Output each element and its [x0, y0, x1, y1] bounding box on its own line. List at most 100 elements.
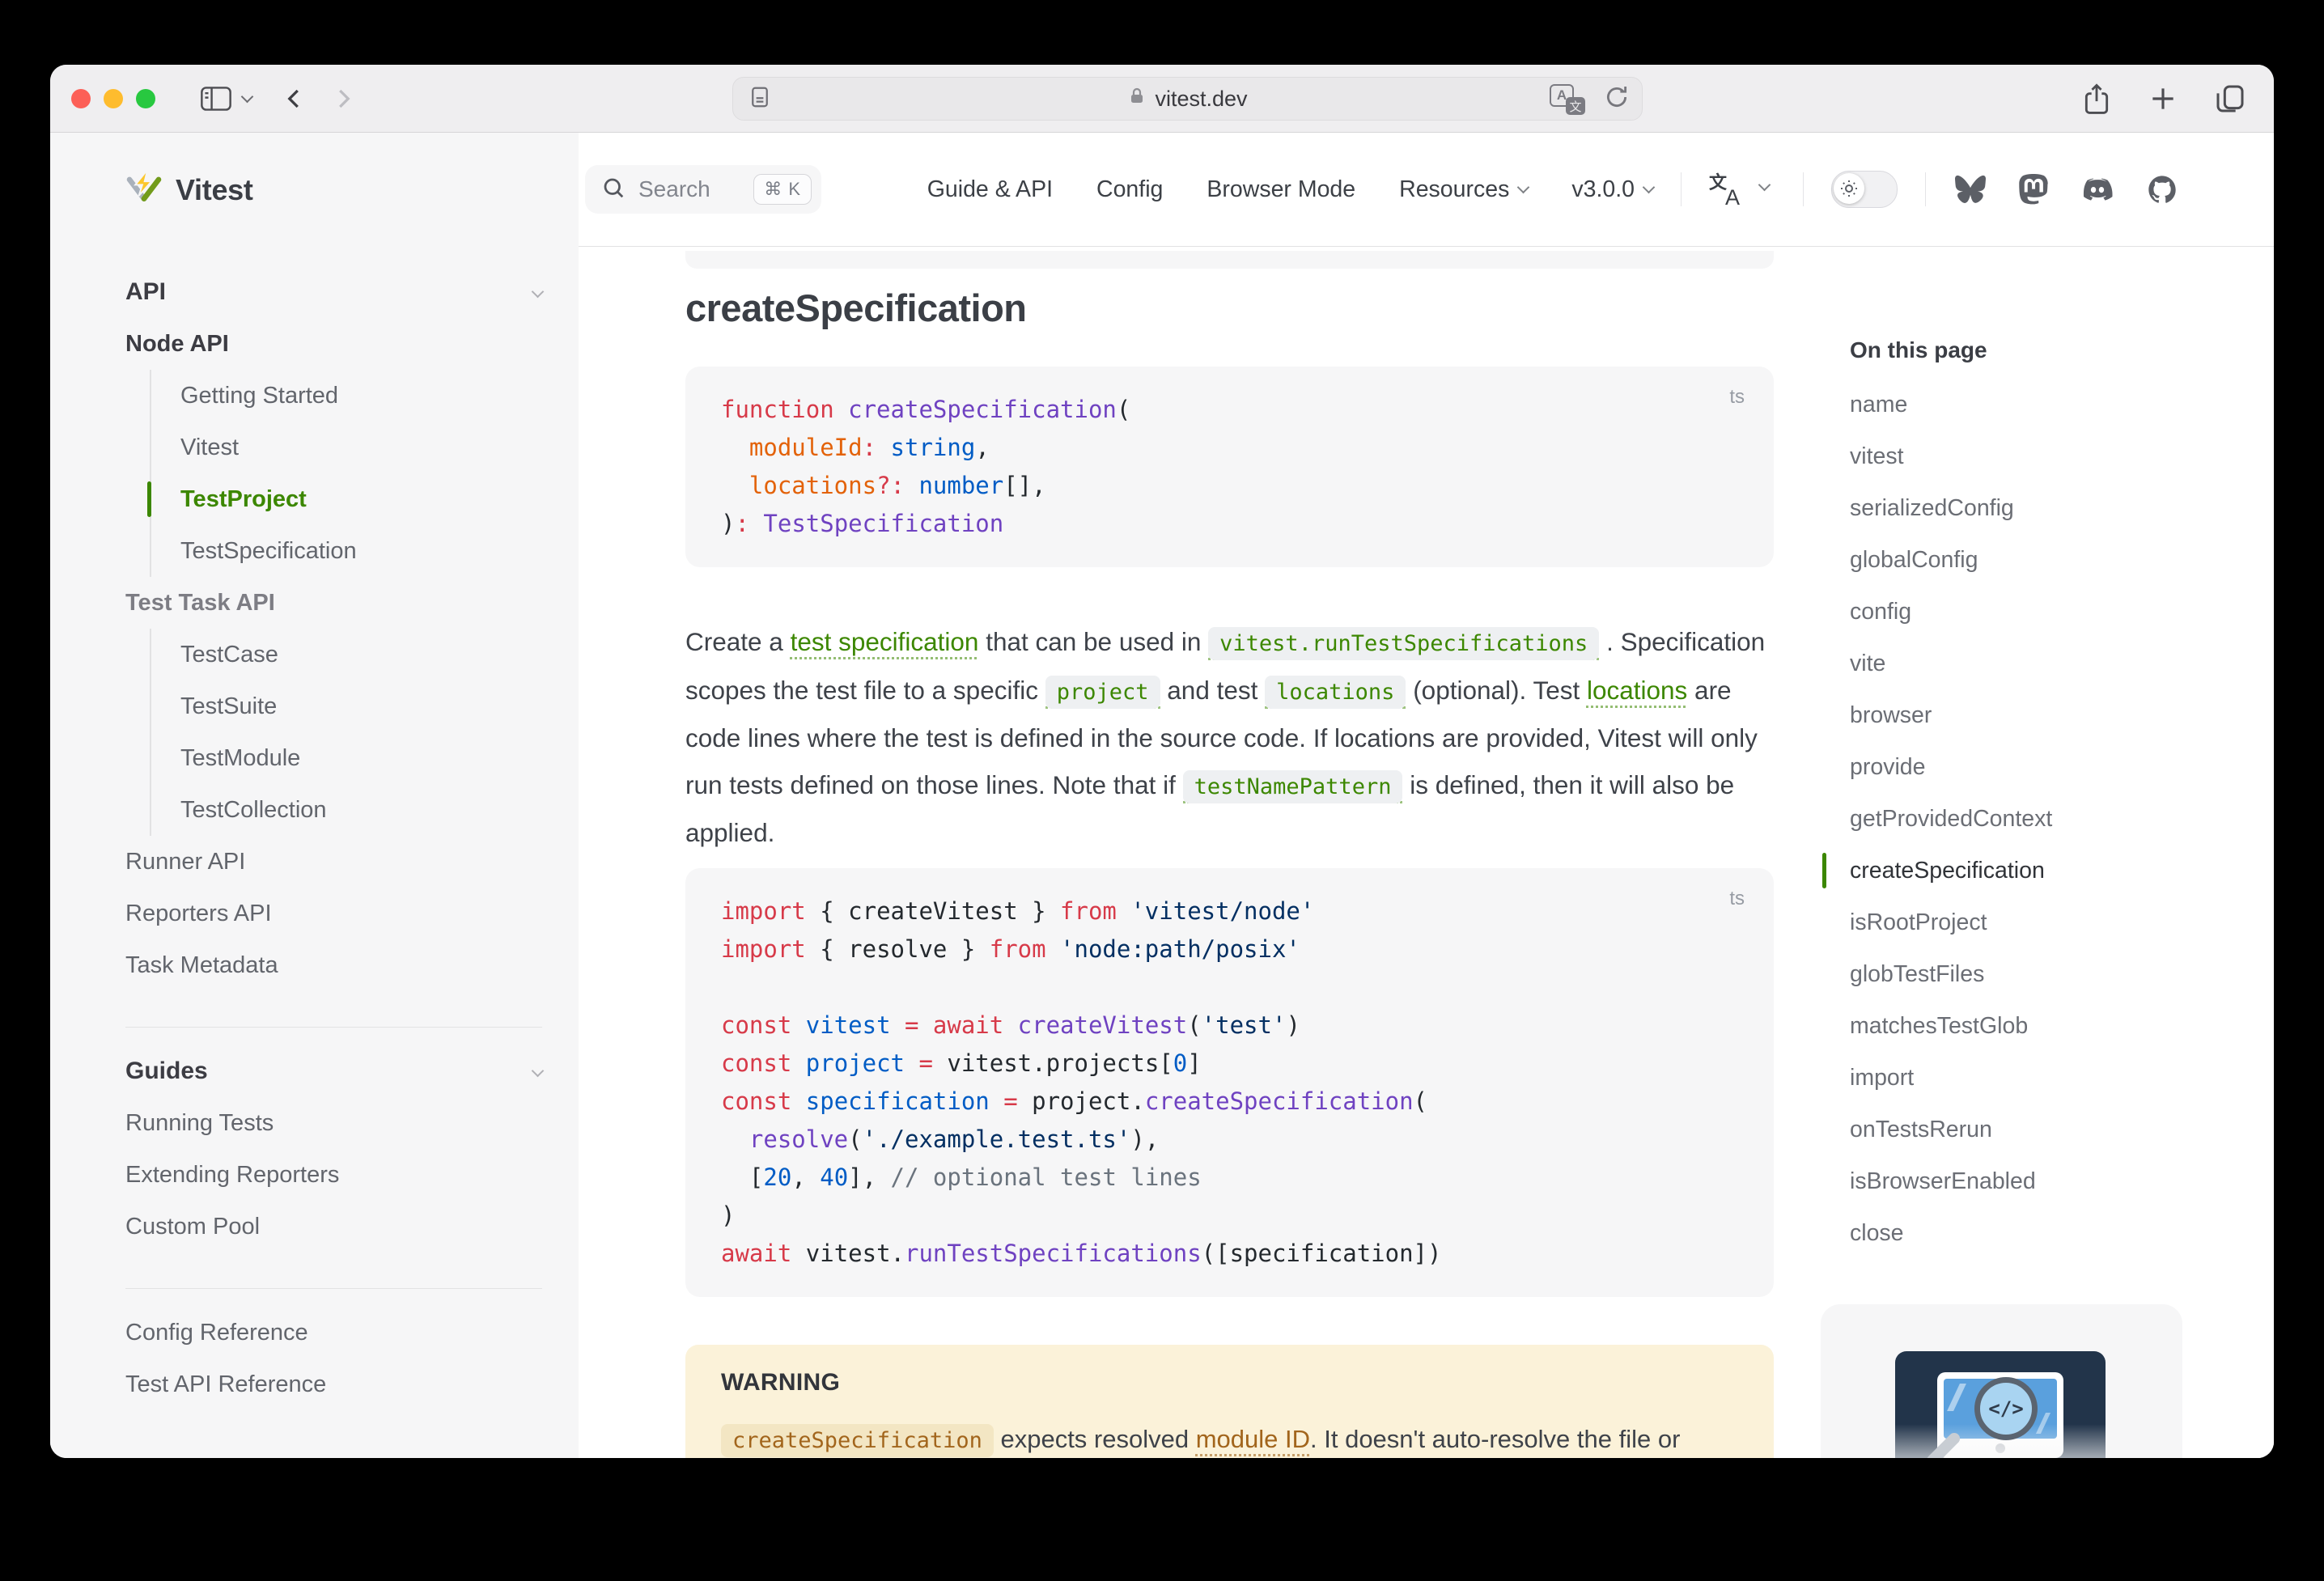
mastodon-icon[interactable]	[2018, 173, 2049, 206]
inline-code-link[interactable]: testNamePattern	[1183, 770, 1403, 803]
inline-code-link[interactable]: project	[1045, 676, 1160, 709]
sidebar-divider	[125, 1027, 542, 1028]
sidebar-section-guides[interactable]: Guides	[125, 1045, 542, 1097]
window-controls	[71, 89, 155, 108]
code-line: const vitest = await createVitest('test'…	[721, 1007, 1738, 1045]
sidebar-item-testproject[interactable]: TestProject	[180, 473, 542, 525]
language-menu[interactable]: 文 A	[1709, 170, 1754, 209]
outline-item-isbrowserenabled[interactable]: isBrowserEnabled	[1822, 1155, 2243, 1207]
chevron-down-icon	[532, 1064, 545, 1077]
github-icon[interactable]	[2146, 173, 2178, 206]
nav-link-v3-0-0[interactable]: v3.0.0	[1571, 176, 1653, 203]
brand[interactable]: Vitest	[50, 133, 579, 247]
sidebar-item-custom-pool[interactable]: Custom Pool	[125, 1201, 542, 1253]
warning-body: createSpecification expects resolved mod…	[721, 1416, 1738, 1458]
forward-button[interactable]	[331, 87, 355, 111]
inline-code-link[interactable]: vitest.runTestSpecifications	[1208, 627, 1599, 660]
outline-item-config[interactable]: config	[1822, 586, 2243, 638]
sidebar-group-test-task-api[interactable]: Test Task API	[125, 577, 542, 629]
social-links	[1953, 173, 2178, 206]
sidebar-divider	[125, 1288, 542, 1289]
zoom-window-button[interactable]	[136, 89, 155, 108]
translate-icon[interactable]: A文	[1550, 83, 1585, 115]
new-tab-icon[interactable]	[2148, 83, 2178, 114]
nav-link-guide-api[interactable]: Guide & API	[927, 176, 1053, 203]
code-language-label: ts	[1729, 378, 1745, 416]
outline-item-vitest[interactable]: vitest	[1822, 430, 2243, 482]
doc-link[interactable]: module ID	[1196, 1425, 1310, 1453]
chevron-down-icon	[1517, 181, 1530, 194]
address-bar[interactable]: vitest.dev A文	[732, 77, 1643, 121]
outline-item-ontestsrerun[interactable]: onTestsRerun	[1822, 1104, 2243, 1155]
sidebar-item-testspecification[interactable]: TestSpecification	[180, 525, 542, 577]
ad-card[interactable]: </>	[1821, 1304, 2182, 1458]
tab-overview-icon[interactable]	[2214, 83, 2246, 115]
code-line: moduleId: string,	[721, 429, 1738, 467]
sidebar-item-task-metadata[interactable]: Task Metadata	[125, 939, 542, 991]
page-title: createSpecification	[685, 286, 1027, 330]
outline-item-serializedconfig[interactable]: serializedConfig	[1822, 482, 2243, 534]
chevron-down-icon	[1758, 179, 1771, 192]
search-button[interactable]: Search ⌘ K	[585, 165, 821, 214]
outline-item-provide[interactable]: provide	[1822, 741, 2243, 793]
sidebar-group-node-api[interactable]: Node API	[125, 318, 542, 370]
chevron-down-icon[interactable]	[241, 91, 254, 104]
minimize-window-button[interactable]	[104, 89, 123, 108]
bluesky-icon[interactable]	[1953, 174, 1987, 205]
doc-link[interactable]: locations	[1587, 676, 1687, 705]
code-block-example: ts import { createVitest } from 'vitest/…	[685, 868, 1774, 1297]
outline-item-getprovidedcontext[interactable]: getProvidedContext	[1822, 793, 2243, 845]
sidebar-item-testcase[interactable]: TestCase	[180, 629, 542, 680]
outline-active-marker	[1822, 853, 1826, 888]
lock-icon	[1127, 86, 1147, 112]
outline-list: namevitestserializedConfigglobalConfigco…	[1822, 379, 2243, 1259]
url-display: vitest.dev	[733, 86, 1642, 112]
sidebar-section-api[interactable]: API	[125, 266, 542, 318]
outline-item-createspecification[interactable]: createSpecification	[1822, 845, 2243, 896]
code-line: const specification = project.createSpec…	[721, 1083, 1738, 1121]
code-lines: function createSpecification( moduleId: …	[721, 391, 1738, 543]
outline-item-globalconfig[interactable]: globalConfig	[1822, 534, 2243, 586]
code-line: ): TestSpecification	[721, 505, 1738, 543]
sidebar-item-testcollection[interactable]: TestCollection	[180, 784, 542, 836]
sidebar-toggle-icon[interactable]	[201, 87, 231, 111]
sidebar-item-getting-started[interactable]: Getting Started	[180, 370, 542, 422]
sidebar-item-config-reference[interactable]: Config Reference	[125, 1307, 542, 1358]
toolbar-right-actions	[2081, 82, 2246, 116]
outline-item-browser[interactable]: browser	[1822, 689, 2243, 741]
code-lines: import { createVitest } from 'vitest/nod…	[721, 892, 1738, 1273]
sidebar: Vitest APINode APIGetting StartedVitestT…	[50, 133, 579, 1458]
share-icon[interactable]	[2081, 82, 2112, 116]
sidebar-item-runner-api[interactable]: Runner API	[125, 836, 542, 888]
nav-link-config[interactable]: Config	[1096, 176, 1163, 203]
sidebar-item-reporters-api[interactable]: Reporters API	[125, 888, 542, 939]
sidebar-item-vitest[interactable]: Vitest	[180, 422, 542, 473]
nav-link-resources[interactable]: Resources	[1399, 176, 1528, 203]
outline-item-close[interactable]: close	[1822, 1207, 2243, 1259]
theme-toggle[interactable]	[1831, 171, 1898, 208]
sidebar-item-running-tests[interactable]: Running Tests	[125, 1097, 542, 1149]
discord-icon[interactable]	[2080, 175, 2115, 204]
sidebar-item-testmodule[interactable]: TestModule	[180, 732, 542, 784]
code-line: resolve('./example.test.ts'),	[721, 1121, 1738, 1159]
outline-item-name[interactable]: name	[1822, 379, 2243, 430]
reload-icon[interactable]	[1603, 83, 1631, 115]
warning-title: WARNING	[721, 1369, 1738, 1397]
outline-item-vite[interactable]: vite	[1822, 638, 2243, 689]
outline-item-matchestestglob[interactable]: matchesTestGlob	[1822, 1000, 2243, 1052]
back-button[interactable]	[282, 87, 307, 111]
text-run: Create a	[685, 627, 791, 656]
code-line: )	[721, 1197, 1738, 1235]
doc-link[interactable]: test specification	[791, 627, 979, 656]
sidebar-item-test-api-reference[interactable]: Test API Reference	[125, 1358, 542, 1410]
nav-link-browser-mode[interactable]: Browser Mode	[1207, 176, 1355, 203]
outline-item-import[interactable]: import	[1822, 1052, 2243, 1104]
nav-links: Guide & API Config Browser Mode Resources v3…	[927, 176, 1653, 203]
close-window-button[interactable]	[71, 89, 91, 108]
inline-code-link[interactable]: locations	[1265, 676, 1406, 709]
sidebar-item-testsuite[interactable]: TestSuite	[180, 680, 542, 732]
text-run: that can be used in	[978, 627, 1208, 656]
outline-item-isrootproject[interactable]: isRootProject	[1822, 896, 2243, 948]
sidebar-item-extending-reporters[interactable]: Extending Reporters	[125, 1149, 542, 1201]
outline-item-globtestfiles[interactable]: globTestFiles	[1822, 948, 2243, 1000]
